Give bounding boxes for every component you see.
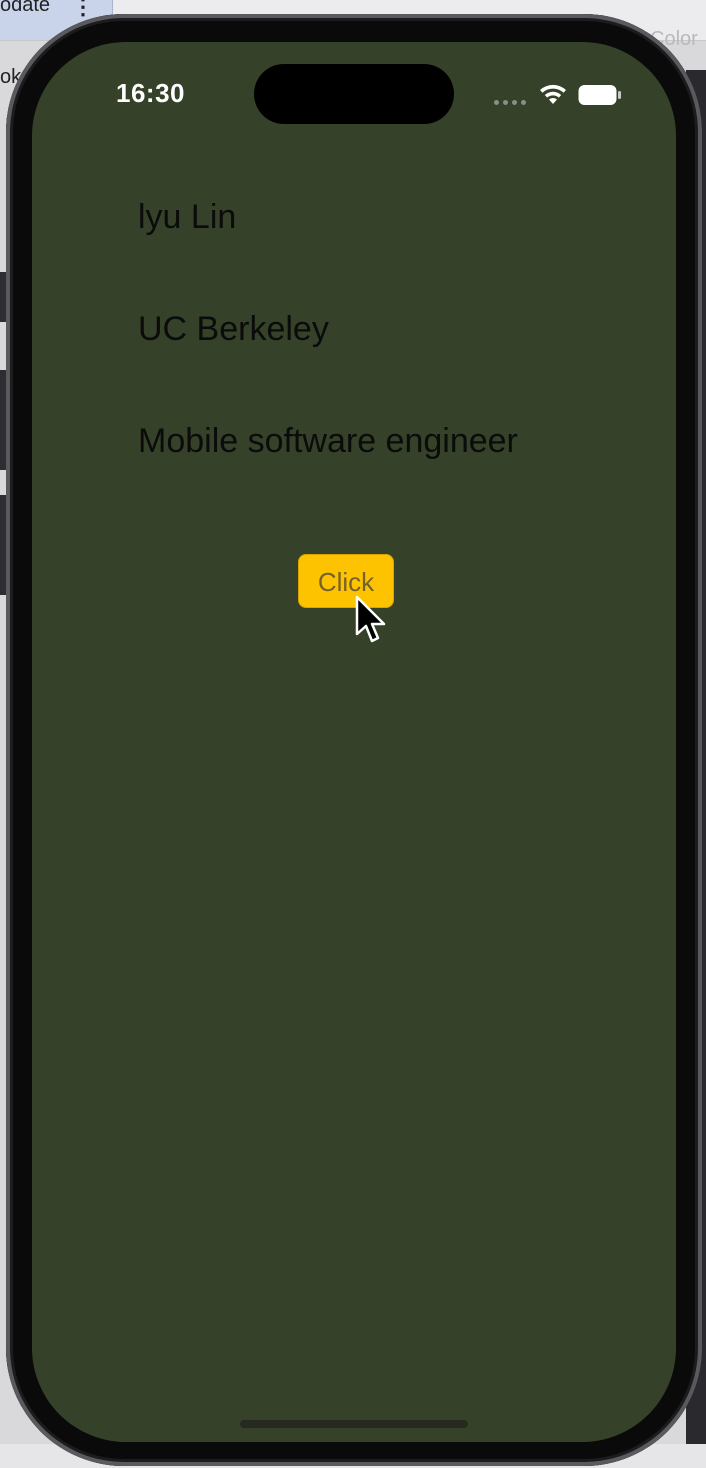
dynamic-island <box>254 64 454 124</box>
background-tab-label: odate <box>0 0 51 16</box>
status-time: 16:30 <box>116 78 185 108</box>
profile-name: lyu Lin <box>138 198 237 236</box>
phone-frame: 16:30 lyu Lin UC Berkeley Mobile softwar… <box>6 14 702 1466</box>
cellular-dots-icon <box>494 100 526 105</box>
profile-school: UC Berkeley <box>138 310 329 348</box>
app-screen: 16:30 lyu Lin UC Berkeley Mobile softwar… <box>32 42 676 1442</box>
profile-title: Mobile software engineer <box>138 422 518 460</box>
mouse-pointer-icon <box>355 595 386 643</box>
battery-icon <box>578 85 621 105</box>
vertical-ellipsis-icon[interactable]: ⋮ <box>72 0 94 20</box>
home-indicator[interactable] <box>240 1420 468 1428</box>
wifi-icon <box>540 84 566 104</box>
